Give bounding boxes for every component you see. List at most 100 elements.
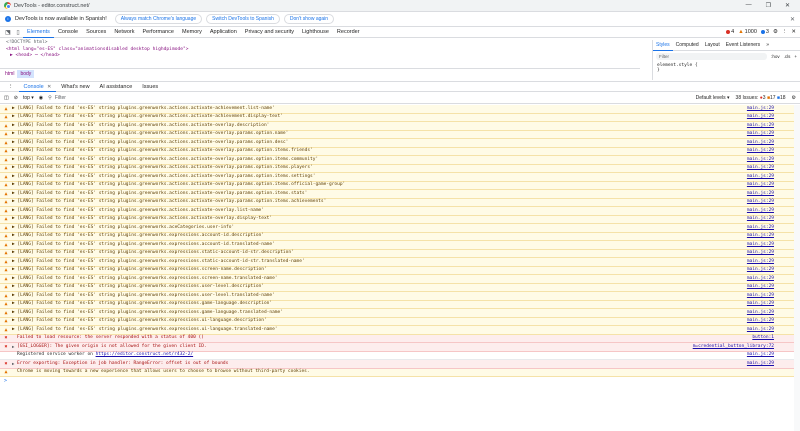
always-match-language-button[interactable]: Always match Chrome's language — [114, 14, 203, 24]
warning-icon: ▲ — [4, 199, 8, 205]
message-link[interactable]: https://editor.construct.net/r432-2/ — [96, 352, 194, 357]
drawer-tab-issues[interactable]: Issues — [137, 82, 163, 92]
console-messages[interactable]: ▲ ▶ [LANG] Failed to find 'es-ES' string … — [0, 105, 800, 431]
source-link[interactable]: main.js:29 — [747, 275, 800, 284]
tab-styles[interactable]: Styles — [653, 40, 673, 51]
drawer-tab-ai-assistance[interactable]: AI assistance — [95, 82, 138, 92]
source-link[interactable]: main.js:29 — [747, 224, 800, 233]
hov-toggle[interactable]: :hov — [771, 54, 780, 59]
source-link[interactable]: main.js:29 — [747, 351, 800, 360]
warning-counter[interactable]: ▲ 1000 — [738, 29, 757, 35]
sidebar-toggle-icon[interactable]: ◫ — [4, 95, 9, 101]
tab-network[interactable]: Network — [110, 27, 138, 38]
inspect-element-icon[interactable]: ⬔ — [3, 29, 13, 36]
tab-performance[interactable]: Performance — [138, 27, 178, 38]
source-link[interactable]: main.js:29 — [747, 139, 800, 148]
warning-key: plugins.greenworks.expressions.game-lang… — [117, 301, 273, 306]
console-filter-input[interactable]: ⚲ Filter — [48, 94, 691, 101]
error-counter[interactable]: 4 — [726, 29, 734, 35]
source-link[interactable]: main.js:29 — [747, 130, 800, 139]
cls-toggle[interactable]: .cls — [784, 54, 791, 59]
source-link[interactable]: main.js:29 — [747, 181, 800, 190]
source-link[interactable]: main.js:29 — [747, 258, 800, 267]
source-link[interactable]: main.js:29 — [747, 241, 800, 250]
source-link[interactable]: main.js:29 — [747, 198, 800, 207]
styles-filter-input[interactable]: Filter — [656, 52, 768, 60]
source-link[interactable]: main.js:29 — [747, 232, 800, 241]
source-link[interactable]: m=credential_button_library:72 — [693, 343, 800, 352]
warning-prefix: ▶ [LANG] Failed to find 'es-ES' string — [12, 199, 118, 204]
device-toolbar-icon[interactable]: ▯ — [13, 29, 23, 36]
more-options-icon[interactable]: ⋮ — [782, 29, 788, 35]
tab-console[interactable]: Console — [54, 27, 82, 38]
source-link[interactable]: main.js:29 — [747, 283, 800, 292]
source-link[interactable]: main.js:29 — [747, 249, 800, 258]
drawer-tab-console[interactable]: Console ✕ — [18, 82, 57, 92]
source-link[interactable]: button:1 — [752, 334, 800, 343]
tab-computed[interactable]: Computed — [673, 40, 702, 51]
add-rule-icon[interactable]: + — [794, 54, 797, 59]
element-style-rule[interactable]: element.style { } — [653, 61, 800, 75]
source-link[interactable]: main.js:29 — [747, 309, 800, 318]
tab-application[interactable]: Application — [206, 27, 241, 38]
source-link[interactable]: main.js:29 — [747, 266, 800, 275]
source-link[interactable]: main.js:29 — [747, 317, 800, 326]
tab-privacy-security[interactable]: Privacy and security — [241, 27, 298, 38]
source-link[interactable]: main.js:29 — [747, 190, 800, 199]
source-link[interactable]: main.js:29 — [747, 164, 800, 173]
crumb-body[interactable]: body — [17, 70, 35, 78]
source-link[interactable]: main.js:29 — [747, 147, 800, 156]
switch-to-spanish-button[interactable]: Switch DevTools to Spanish — [206, 14, 280, 24]
info-counter[interactable]: 3 — [760, 29, 769, 35]
clear-console-icon[interactable]: ⊘ — [14, 95, 18, 101]
console-prompt[interactable]: > — [0, 377, 800, 386]
drawer-tab-whats-new[interactable]: What's new — [56, 82, 94, 92]
warning-message: ▶ [LANG] Failed to find 'es-ES' string p… — [12, 266, 747, 275]
source-link[interactable]: main.js:29 — [747, 292, 800, 301]
tab-layout[interactable]: Layout — [702, 40, 723, 51]
console-warn-row[interactable]: ▲ Chrome is moving towards a new experien… — [0, 368, 800, 377]
source-link[interactable]: main.js:29 — [747, 173, 800, 182]
close-devtools-icon[interactable]: ✕ — [791, 29, 796, 35]
console-scrollbar[interactable] — [794, 105, 800, 431]
close-infobar-icon[interactable]: ✕ — [790, 16, 795, 23]
source-link[interactable]: main.js:29 — [747, 113, 800, 122]
source-link[interactable]: main.js:29 — [747, 360, 800, 369]
dom-head[interactable]: ▶ <head> ⋯ </head> — [0, 53, 640, 60]
dont-show-again-button[interactable]: Don't show again — [283, 14, 335, 24]
tab-event-listeners[interactable]: Event Listeners — [723, 40, 763, 51]
source-link[interactable]: main.js:29 — [747, 156, 800, 165]
eye-icon[interactable]: ◉ — [39, 95, 43, 101]
breadcrumb: html body — [0, 68, 640, 79]
tab-elements[interactable]: Elements — [23, 27, 54, 38]
tab-recorder[interactable]: Recorder — [333, 27, 364, 38]
source-link[interactable]: main.js:29 — [747, 105, 800, 113]
log-levels-dropdown[interactable]: Default levels ▾ — [696, 95, 730, 101]
message-text: [GSI_LOGGER]: The given origin is not al… — [17, 343, 207, 349]
warning-key: plugins.greenworks.expressions.account-i… — [117, 233, 264, 238]
warning-key: plugins.greenworks.actions.activate-over… — [117, 131, 289, 136]
tab-memory[interactable]: Memory — [178, 27, 206, 38]
tab-lighthouse[interactable]: Lighthouse — [298, 27, 333, 38]
source-link[interactable]: main.js:29 — [747, 326, 800, 335]
source-link[interactable]: main.js:29 — [747, 215, 800, 224]
more-tabs-icon[interactable]: » — [763, 40, 772, 51]
console-settings-icon[interactable]: ⚙ — [792, 95, 796, 101]
drawer-menu-icon[interactable]: ⋮ — [3, 82, 19, 92]
warning-icon: ▲ — [4, 318, 8, 324]
tab-sources[interactable]: Sources — [82, 27, 110, 38]
source-link[interactable]: main.js:29 — [747, 300, 800, 309]
issues-counter[interactable]: 38 Issues: ●3 ■17 ■18 — [736, 95, 786, 101]
head-tag-text: <head> ⋯ </head> — [15, 53, 60, 58]
context-selector[interactable]: top ▾ — [23, 95, 34, 101]
source-link[interactable]: main.js:29 — [747, 207, 800, 216]
warning-message: ▶ [LANG] Failed to find 'es-ES' string p… — [12, 173, 747, 182]
settings-gear-icon[interactable]: ⚙ — [773, 29, 778, 35]
restore-icon[interactable]: ❐ — [766, 2, 771, 9]
minimize-icon[interactable]: — — [746, 2, 752, 9]
close-window-icon[interactable]: ✕ — [785, 2, 790, 9]
info-dot-icon — [760, 30, 765, 34]
source-link[interactable]: main.js:29 — [747, 122, 800, 131]
close-tab-icon[interactable]: ✕ — [46, 84, 51, 90]
crumb-html[interactable]: html — [2, 70, 17, 78]
